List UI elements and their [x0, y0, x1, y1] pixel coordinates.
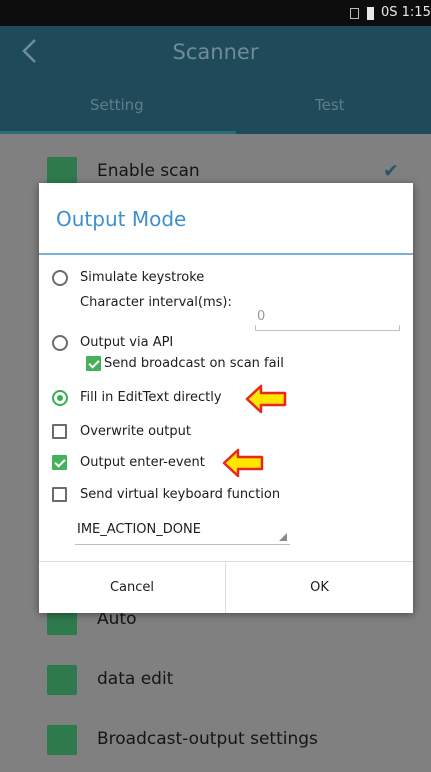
virtual-keyboard-checkbox[interactable] [52, 487, 67, 502]
overwrite-label: Overwrite output [80, 424, 191, 439]
overwrite-checkbox[interactable] [52, 424, 67, 439]
char-interval-label: Character interval(ms): [80, 295, 232, 310]
send-broadcast-label: Send broadcast on scan fail [104, 356, 284, 371]
annotation-arrow-icon [245, 384, 287, 414]
char-interval-field[interactable] [255, 309, 400, 328]
tab-bar: Setting Test [0, 78, 431, 134]
status-time: 0S 1:15 [381, 5, 431, 20]
send-broadcast-checkbox[interactable] [86, 356, 101, 371]
dialog-button-bar: Cancel OK [39, 561, 413, 613]
dialog-divider [39, 253, 413, 255]
dialog-title: Output Mode [56, 207, 187, 231]
simulate-keystroke-radio[interactable] [52, 270, 68, 286]
status-bar: 0S 1:15 [0, 0, 431, 26]
list-item-label: Enable scan [97, 161, 200, 181]
output-api-label: Output via API [80, 335, 174, 350]
list-item-label: data edit [97, 669, 174, 689]
tab-test[interactable]: Test [315, 96, 345, 114]
virtual-keyboard-label: Send virtual keyboard function [80, 487, 281, 502]
annotation-arrow-icon [222, 448, 264, 478]
fill-edittext-label: Fill in EditText directly [80, 390, 222, 405]
ok-button[interactable]: OK [226, 562, 413, 613]
field-tick [399, 325, 400, 330]
simulate-keystroke-label: Simulate keystroke [80, 270, 205, 285]
ime-action-dropdown[interactable]: IME_ACTION_DONE [75, 519, 290, 545]
list-item-broadcast-output[interactable]: Broadcast-output settings [0, 710, 431, 770]
edit-icon [47, 665, 77, 695]
fill-edittext-radio[interactable] [52, 390, 68, 406]
app-bar: Scanner [0, 26, 431, 78]
dropdown-arrow-icon [279, 533, 287, 541]
tab-setting[interactable]: Setting [90, 96, 144, 114]
enable-scan-check-icon[interactable]: ✔ [383, 160, 399, 182]
enter-event-label: Output enter-event [80, 455, 205, 470]
list-item-label: Broadcast-output settings [97, 729, 318, 749]
field-tick [255, 325, 256, 330]
sim-icon [350, 8, 359, 19]
char-interval-input[interactable] [255, 305, 400, 331]
enter-event-checkbox[interactable] [52, 455, 67, 470]
output-api-radio[interactable] [52, 335, 68, 351]
tab-indicator [0, 131, 236, 134]
list-item-data-edit[interactable]: data edit [0, 650, 431, 710]
battery-icon [367, 7, 374, 20]
page-title: Scanner [172, 40, 259, 64]
cancel-button[interactable]: Cancel [39, 562, 226, 613]
ime-action-value: IME_ACTION_DONE [77, 522, 201, 537]
broadcast-icon [47, 725, 77, 755]
